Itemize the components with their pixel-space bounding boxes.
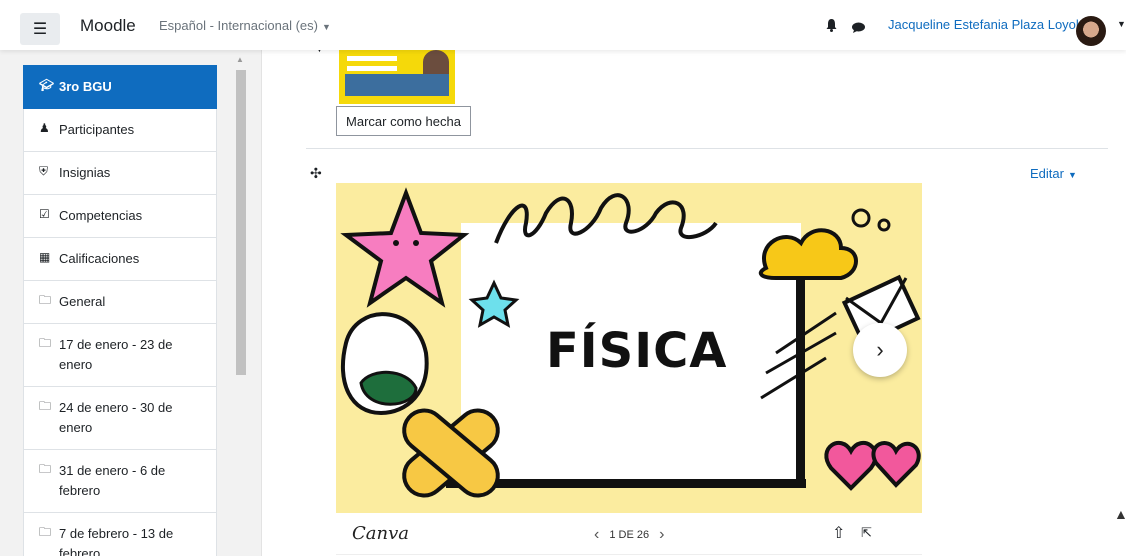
nav-item-week-2[interactable]: 🗀︎ 24 de enero - 30 de enero xyxy=(23,387,217,450)
canva-footer: Canva ‹ 1 DE 26 › ⇧ ⇱ xyxy=(336,513,922,555)
hamburger-icon[interactable]: ☰ xyxy=(20,13,60,45)
main-content: ▼ Marcar como hecha ✣ Editar▼ xyxy=(263,44,1126,556)
folder-icon: 🗀︎ xyxy=(39,525,52,539)
nav-item-week-4[interactable]: 🗀︎ 7 de febrero - 13 de febrero xyxy=(23,513,217,556)
nav-item-competencies[interactable]: ☑ Competencias xyxy=(23,195,217,238)
folder-icon: 🗀︎ xyxy=(39,293,52,307)
language-menu[interactable]: Español - Internacional (es) ▼ xyxy=(159,18,331,33)
nav-item-badges[interactable]: ⛨ Insignias xyxy=(23,152,217,195)
nav-item-label: Insignias xyxy=(59,165,111,180)
folder-icon: 🗀︎ xyxy=(39,462,52,476)
page-indicator: 1 DE 26 xyxy=(609,529,650,541)
caret-down-icon: ▼ xyxy=(1067,170,1077,180)
scrollbar-thumb[interactable] xyxy=(236,70,246,375)
top-navbar: ☰ Moodle Español - Internacional (es) ▼ J… xyxy=(0,0,1126,50)
nav-item-label: 24 de enero - 30 de enero xyxy=(59,400,173,435)
next-page-icon[interactable]: › xyxy=(659,526,664,544)
caret-down-icon[interactable]: ▼ xyxy=(1117,19,1126,29)
folder-icon: 🗀︎ xyxy=(39,336,52,350)
folder-icon: 🗀︎ xyxy=(39,399,52,413)
prev-page-icon[interactable]: ‹ xyxy=(594,526,599,544)
canva-logo[interactable]: Canva xyxy=(352,523,409,544)
next-slide-button[interactable]: › xyxy=(853,323,907,377)
nav-item-label: 31 de enero - 6 de febrero xyxy=(59,463,166,498)
nav-item-label: 7 de febrero - 13 de febrero xyxy=(59,526,174,556)
course-nav: 🎓︎ 3ro BGU ♟ Participantes ⛨ Insignias ☑… xyxy=(23,65,217,556)
table-icon: ▦ xyxy=(39,250,51,264)
nav-drawer: 🎓︎ 3ro BGU ♟ Participantes ⛨ Insignias ☑… xyxy=(0,50,262,556)
nav-item-label: 17 de enero - 23 de enero xyxy=(59,337,173,372)
thumb-bar xyxy=(347,66,397,71)
nav-item-grades[interactable]: ▦ Calificaciones xyxy=(23,238,217,281)
bell-icon[interactable] xyxy=(826,19,837,37)
nav-item-label: Calificaciones xyxy=(59,251,140,266)
nav-item-week-3[interactable]: 🗀︎ 31 de enero - 6 de febrero xyxy=(23,450,217,513)
nav-item-general[interactable]: 🗀︎ General xyxy=(23,281,217,324)
edit-menu[interactable]: Editar ▼ xyxy=(1030,166,1077,181)
graduation-cap-icon: 🎓︎ xyxy=(39,78,55,92)
canva-embed[interactable]: FÍSICA › Canva ‹ 1 DE 26 › ⇧ ⇱ xyxy=(336,183,922,555)
nav-item-label: Competencias xyxy=(59,208,143,223)
slide-title: FÍSICA xyxy=(546,323,728,379)
nav-item-course[interactable]: 🎓︎ 3ro BGU xyxy=(23,65,217,109)
nav-item-label: Participantes xyxy=(59,122,135,137)
users-icon: ♟ xyxy=(39,121,50,135)
nav-item-label: General xyxy=(59,294,106,309)
thumb-person xyxy=(423,50,449,74)
caret-down-icon: ▼ xyxy=(321,22,331,32)
user-name[interactable]: Jacqueline Estefania Plaza Loyola xyxy=(888,17,1086,32)
edit-label: Editar xyxy=(1030,166,1064,181)
scroll-up-icon[interactable]: ▲ xyxy=(236,55,244,64)
thumb-desk xyxy=(345,74,449,96)
section-divider xyxy=(306,148,1108,149)
mark-done-button[interactable]: Marcar como hecha xyxy=(336,106,471,136)
scroll-top-icon[interactable]: ▲ xyxy=(1114,506,1126,522)
drawer-scrollbar[interactable]: ▲ xyxy=(234,55,247,555)
move-icon[interactable]: ✣ xyxy=(310,165,322,182)
language-label: Español - Internacional (es) xyxy=(159,18,318,33)
check-square-icon: ☑ xyxy=(39,207,50,221)
slide-pager: ‹ 1 DE 26 › xyxy=(594,526,664,544)
share-icon[interactable]: ⇧ xyxy=(832,523,845,543)
thumb-bar xyxy=(347,56,397,61)
activity-thumbnail[interactable] xyxy=(339,50,455,104)
expand-icon[interactable]: ⇱ xyxy=(861,525,872,541)
shield-icon: ⛨ xyxy=(39,164,49,178)
nav-item-label: 3ro BGU xyxy=(59,79,112,94)
site-brand[interactable]: Moodle xyxy=(80,16,136,36)
nav-item-participants[interactable]: ♟ Participantes xyxy=(23,109,217,152)
nav-item-week-1[interactable]: 🗀︎ 17 de enero - 23 de enero xyxy=(23,324,217,387)
chat-icon[interactable] xyxy=(852,20,865,38)
avatar[interactable] xyxy=(1076,16,1106,46)
